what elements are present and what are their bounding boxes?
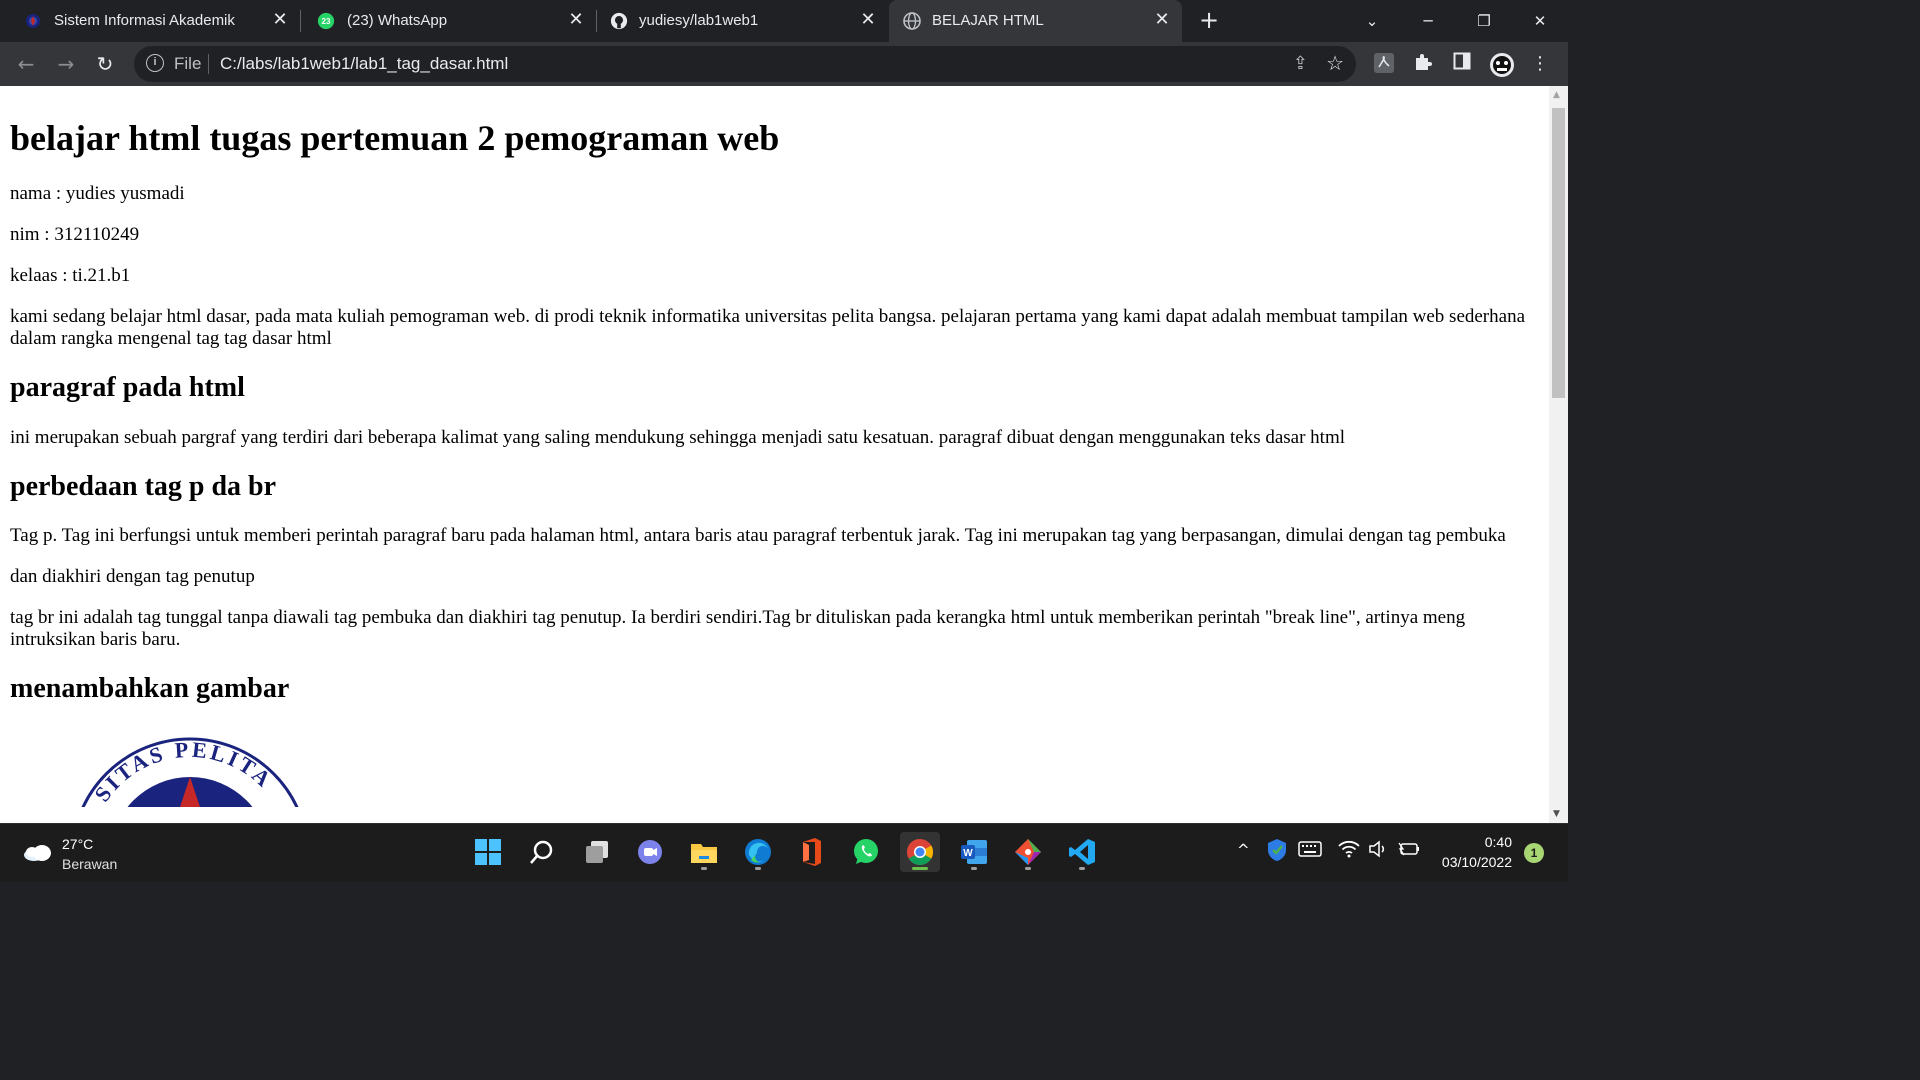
bookmark-star-icon[interactable]: ☆	[1326, 51, 1344, 75]
tag-p-text: Tag p. Tag ini berfungsi untuk memberi p…	[10, 524, 1506, 546]
whatsapp-icon[interactable]	[846, 832, 886, 872]
academic-logo-icon	[24, 12, 42, 30]
show-hidden-icons-chevron[interactable]: ^	[1237, 841, 1250, 859]
word-icon[interactable]: W	[954, 832, 994, 872]
svg-text:W: W	[963, 848, 973, 859]
running-indicator	[1025, 867, 1031, 870]
active-indicator	[912, 867, 928, 870]
windows-taskbar: 27°C Berawan W ^ 0:40 03/10/2022 1	[0, 823, 1568, 882]
minimize-button[interactable]: ─	[1400, 0, 1456, 42]
scroll-up-arrow-icon[interactable]: ▲	[1553, 90, 1560, 100]
url-text[interactable]: C:/labs/lab1web1/lab1_tag_dasar.html	[220, 54, 508, 74]
windows-start-icon[interactable]	[468, 832, 508, 872]
running-indicator	[971, 867, 977, 870]
file-explorer-icon[interactable]	[684, 832, 724, 872]
tag-br-text: tag br ini adalah tag tunggal tanpa diaw…	[10, 606, 1466, 650]
security-shield-icon[interactable]	[1266, 838, 1288, 866]
cloud-icon	[24, 845, 51, 861]
tab-title: Sistem Informasi Akademik	[54, 12, 235, 29]
tab-title: yudiesy/lab1web1	[639, 12, 759, 29]
forward-button[interactable]: →	[54, 52, 78, 76]
side-panel-icon[interactable]	[1450, 52, 1474, 76]
edge-icon[interactable]	[738, 832, 778, 872]
reload-button[interactable]: ↻	[93, 52, 117, 76]
close-tab-icon[interactable]: ✕	[566, 10, 586, 30]
close-window-button[interactable]: ✕	[1512, 0, 1568, 42]
page-heading: belajar html tugas pertemuan 2 pemograma…	[10, 118, 780, 158]
tab-strip: Sistem Informasi Akademik ✕ 23 (23) What…	[0, 0, 1568, 42]
office-icon[interactable]	[792, 832, 832, 872]
running-indicator	[1079, 867, 1085, 870]
heading-gambar: menambahkan gambar	[10, 672, 290, 704]
whatsapp-badge: 23	[322, 17, 331, 26]
close-tab-icon[interactable]: ✕	[1152, 10, 1172, 30]
window-controls: ⌄ ─ ❐ ✕	[1344, 0, 1568, 42]
nama-text: nama : yudies yusmadi	[10, 183, 185, 205]
share-icon[interactable]: ⇪	[1293, 53, 1308, 74]
system-clock[interactable]: 0:40 03/10/2022	[1432, 834, 1512, 870]
browser-menu-icon[interactable]: ⋮	[1528, 52, 1552, 76]
weather-condition: Berawan	[62, 856, 118, 872]
running-indicator	[701, 867, 707, 870]
tab-github[interactable]: yudiesy/lab1web1 ✕	[596, 0, 888, 42]
chrome-icon[interactable]	[900, 832, 940, 872]
university-logo-image: SITAS PELITA	[60, 727, 320, 807]
acrobat-extension-icon[interactable]	[1372, 52, 1396, 76]
scrollbar-thumb[interactable]	[1552, 108, 1565, 398]
back-button[interactable]: ←	[14, 52, 38, 76]
keyboard-icon[interactable]	[1298, 840, 1322, 862]
weather-temperature: 27°C	[62, 836, 94, 852]
address-bar[interactable]: i File C:/labs/lab1web1/lab1_tag_dasar.h…	[134, 46, 1356, 82]
search-icon[interactable]	[522, 832, 562, 872]
paragraf-text: ini merupakan sebuah pargraf yang terdir…	[10, 426, 1346, 448]
scroll-down-arrow-icon[interactable]: ▼	[1553, 809, 1560, 819]
task-view-icon[interactable]	[577, 832, 617, 872]
kelas-text: kelaas : ti.21.b1	[10, 265, 131, 287]
tab-title: BELAJAR HTML	[932, 12, 1044, 29]
url-scheme: File	[174, 54, 202, 73]
restore-button[interactable]: ❐	[1456, 0, 1512, 42]
new-tab-button[interactable]: +	[1196, 8, 1222, 34]
notification-badge[interactable]: 1	[1524, 843, 1544, 863]
tab-title: (23) WhatsApp	[347, 12, 448, 29]
battery-icon[interactable]	[1397, 840, 1421, 862]
globe-icon	[903, 12, 921, 30]
whatsapp-icon: 23	[317, 12, 335, 30]
info-icon[interactable]: i	[146, 54, 164, 72]
heading-perbedaan: perbedaan tag p da br	[10, 470, 277, 502]
tab-sistem-informasi[interactable]: Sistem Informasi Akademik ✕	[0, 0, 300, 42]
intro-paragraph: kami sedang belajar html dasar, pada mat…	[10, 306, 1525, 350]
web-page: belajar html tugas pertemuan 2 pemograma…	[0, 86, 1549, 823]
tab-belajar-html[interactable]: BELAJAR HTML ✕	[889, 0, 1182, 42]
extensions-puzzle-icon[interactable]	[1411, 52, 1435, 76]
vscode-icon[interactable]	[1062, 832, 1102, 872]
tab-whatsapp[interactable]: 23 (23) WhatsApp ✕	[300, 0, 596, 42]
profile-avatar[interactable]	[1489, 52, 1514, 77]
running-indicator	[755, 867, 761, 870]
clock-date: 03/10/2022	[1441, 854, 1512, 870]
teams-chat-icon[interactable]	[630, 832, 670, 872]
close-tab-icon[interactable]: ✕	[858, 10, 878, 30]
volume-icon[interactable]	[1368, 840, 1388, 862]
close-tab-icon[interactable]: ✕	[270, 10, 290, 30]
clock-time: 0:40	[1484, 834, 1512, 850]
tab-search-chevron-icon[interactable]: ⌄	[1344, 0, 1400, 42]
github-icon	[610, 12, 628, 30]
nim-text: nim : 312110249	[10, 224, 140, 246]
page-scrollbar[interactable]: ▲ ▼	[1549, 86, 1568, 823]
heading-paragraf: paragraf pada html	[10, 372, 245, 404]
penutup-text: dan diakhiri dengan tag penutup	[10, 565, 255, 587]
wifi-icon[interactable]	[1338, 840, 1360, 862]
git-icon[interactable]	[1008, 832, 1048, 872]
address-divider	[208, 54, 209, 74]
